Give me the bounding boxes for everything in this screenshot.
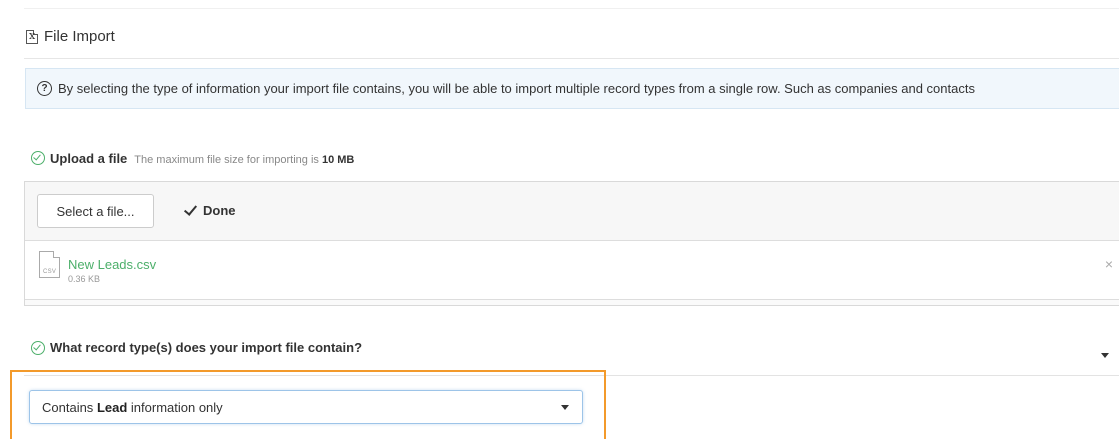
chevron-down-icon	[561, 405, 569, 410]
upload-section-title: Upload a file The maximum file size for …	[31, 150, 354, 166]
top-divider	[24, 8, 1119, 9]
selected-suffix: information only	[130, 400, 223, 415]
uploaded-file-size: 0.36 KB	[68, 274, 101, 284]
record-type-selected-value: Contains Lead information only	[42, 400, 223, 415]
csv-file-icon: CSV	[39, 251, 60, 278]
upload-panel: Select a file... Done CSV New Leads.csv …	[24, 181, 1119, 306]
upload-hint-value: 10 MB	[321, 154, 355, 166]
record-type-select[interactable]: Contains Lead information only	[29, 390, 583, 424]
excel-file-icon	[26, 29, 38, 44]
check-circle-icon	[31, 151, 45, 165]
selected-prefix: Contains	[42, 400, 94, 415]
page-header: File Import	[26, 28, 115, 45]
header-divider	[24, 58, 1119, 59]
upload-status: Done	[183, 202, 236, 218]
checkmark-icon	[183, 202, 198, 216]
record-type-header-row	[24, 333, 1119, 376]
selected-record-type: Lead	[96, 400, 128, 415]
upload-title: Upload a file	[50, 150, 128, 166]
select-file-button[interactable]: Select a file...	[37, 194, 154, 228]
csv-file-type-label: CSV	[43, 269, 57, 275]
upload-hint: The maximum file size for importing is 1…	[134, 154, 354, 166]
uploaded-file-name[interactable]: New Leads.csv	[68, 257, 156, 272]
remove-file-icon[interactable]: ×	[1105, 256, 1113, 272]
info-banner: ? By selecting the type of information y…	[25, 68, 1119, 109]
upload-hint-prefix: The maximum file size for importing is	[134, 154, 319, 166]
upload-toolbar: Select a file... Done	[25, 182, 1119, 241]
file-import-page: File Import ? By selecting the type of i…	[0, 0, 1119, 439]
upload-status-label: Done	[203, 203, 236, 218]
uploaded-file-row: CSV New Leads.csv 0.36 KB ×	[25, 241, 1119, 300]
question-circle-icon: ?	[37, 81, 52, 96]
caret-down-icon[interactable]	[1101, 353, 1109, 358]
info-text: By selecting the type of information you…	[58, 81, 975, 96]
page-title: File Import	[44, 28, 115, 45]
